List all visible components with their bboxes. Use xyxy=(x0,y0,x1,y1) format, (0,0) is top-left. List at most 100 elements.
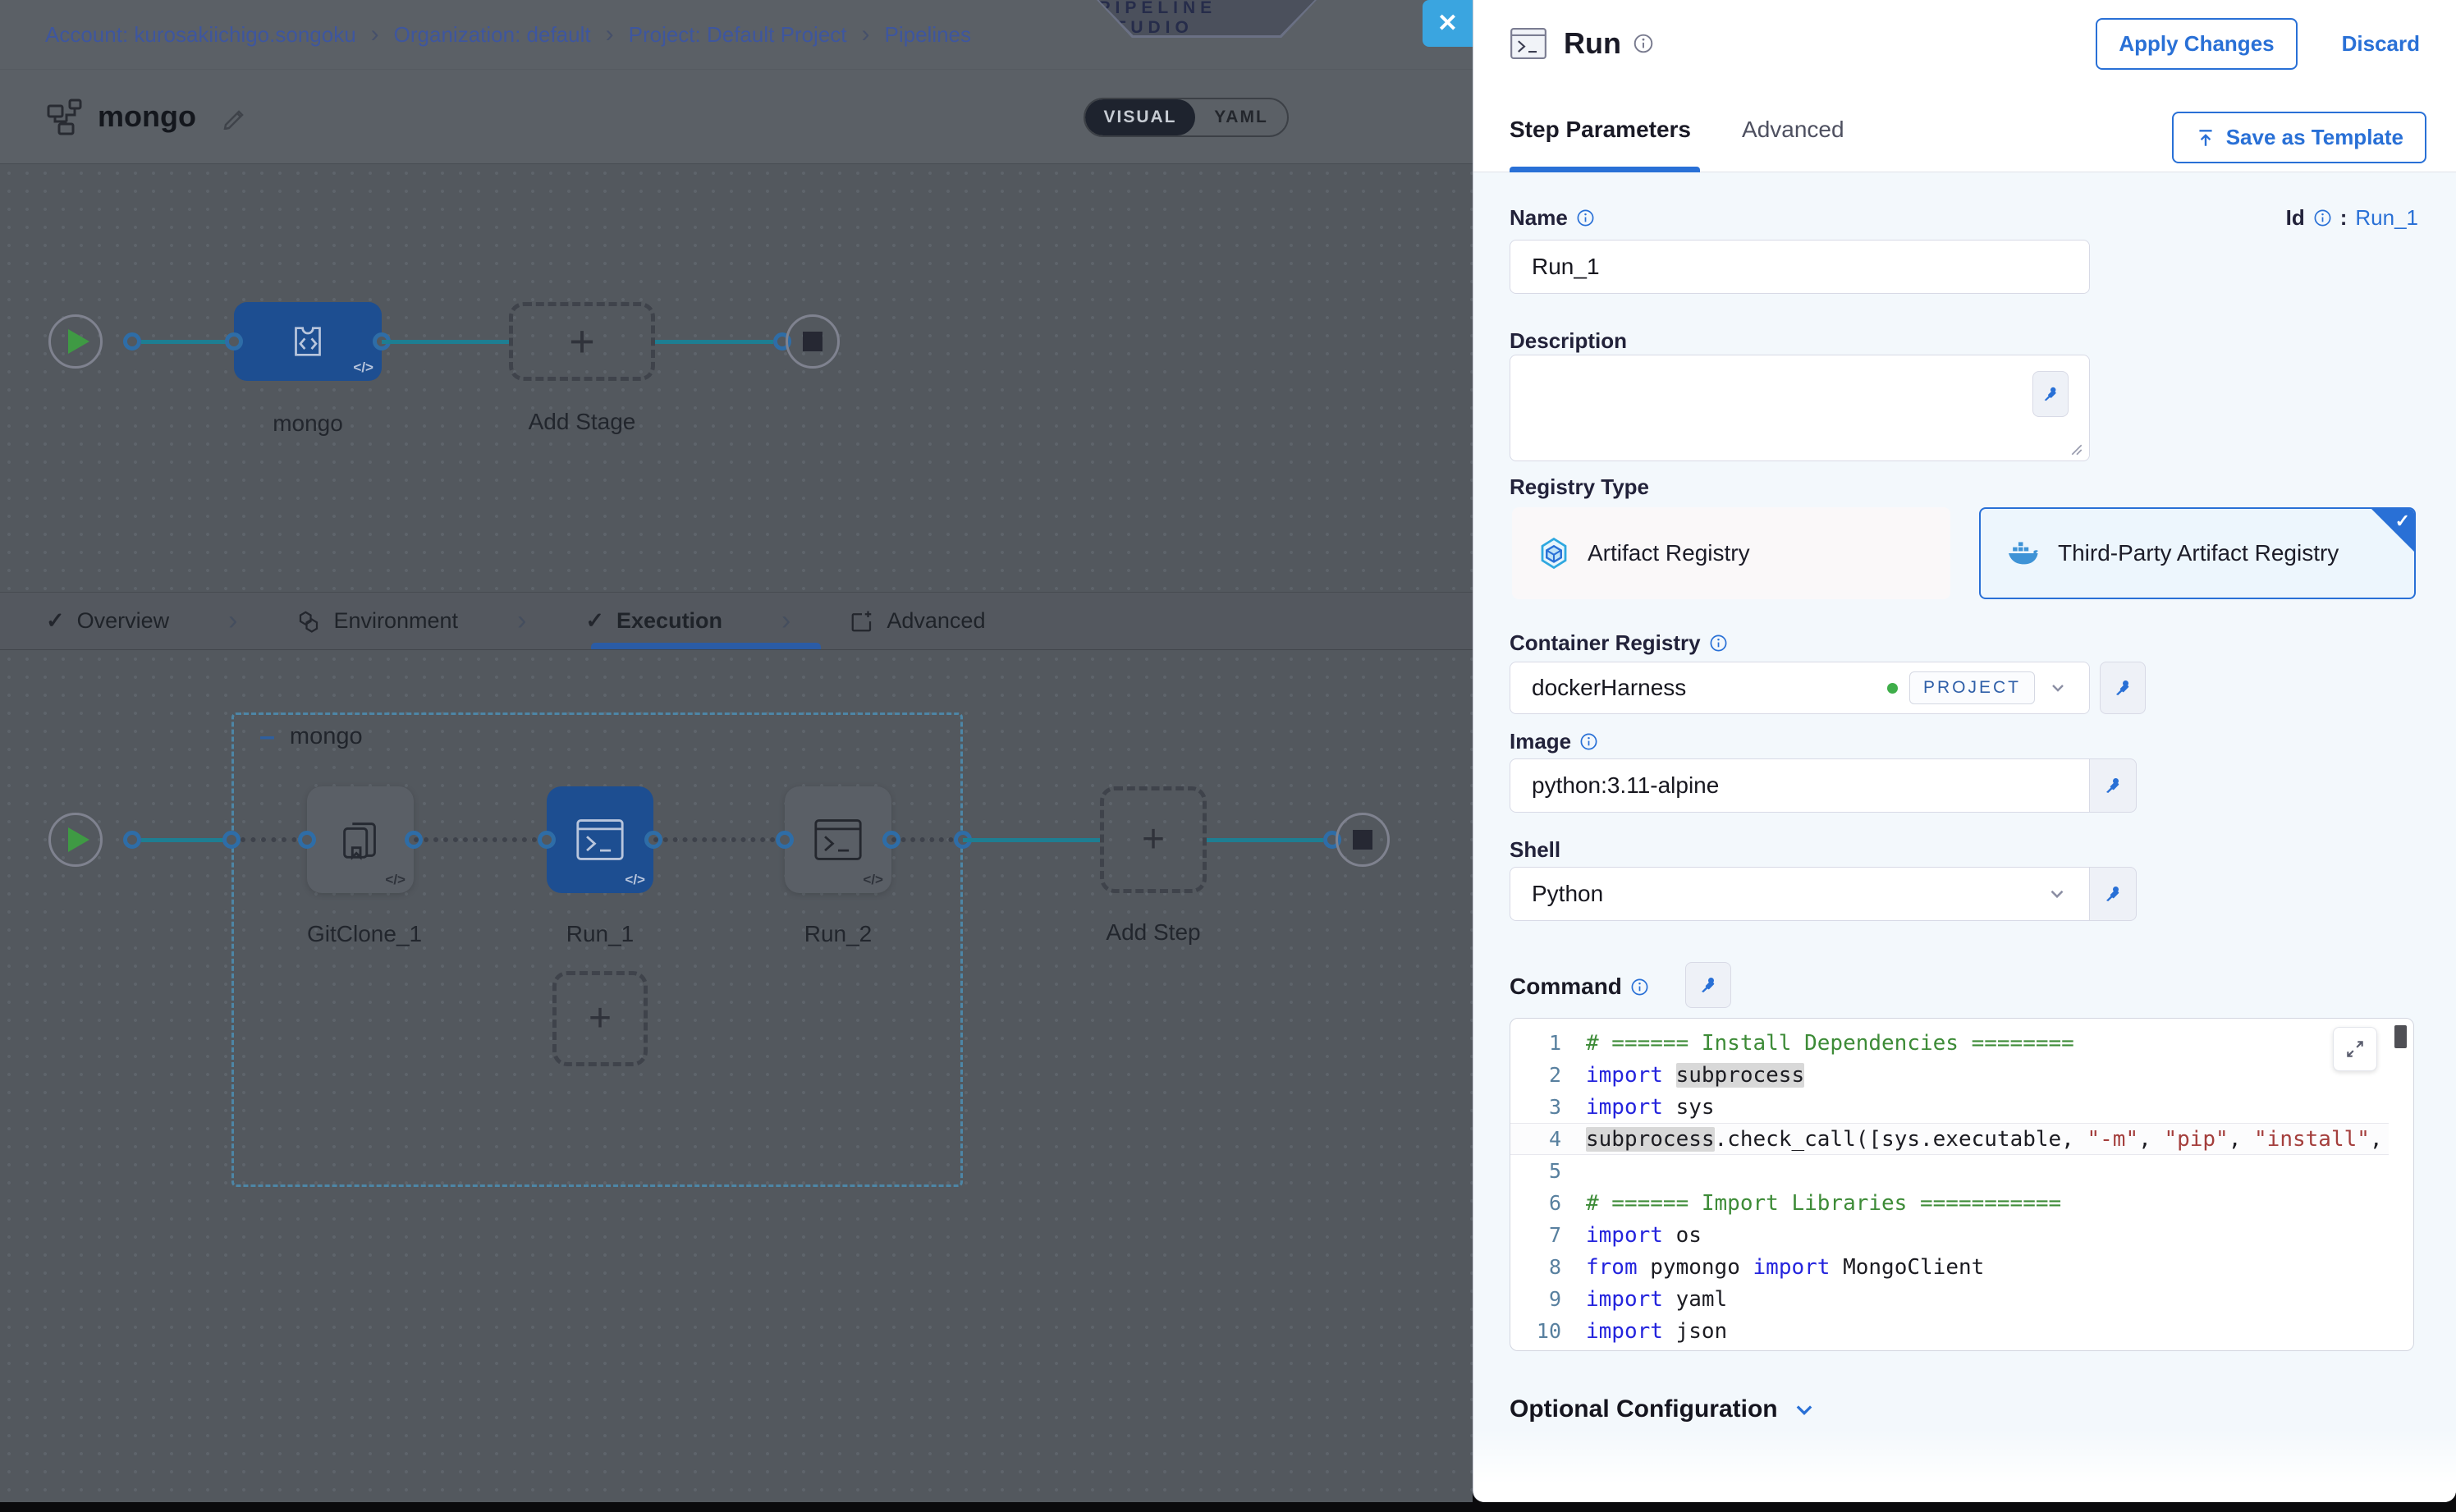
command-label-row: Command xyxy=(1510,974,1649,1000)
pin-runtime-input-button[interactable] xyxy=(2032,371,2069,417)
pin-runtime-input-button[interactable] xyxy=(2090,867,2137,921)
close-drawer-button[interactable]: ✕ xyxy=(1423,0,1473,47)
code-line[interactable]: 2import subprocess xyxy=(1510,1059,2389,1091)
check-icon: ✓ xyxy=(585,608,604,634)
tab-advanced[interactable]: Advanced xyxy=(850,608,985,634)
add-stage-label: Add Stage xyxy=(509,409,655,435)
apply-changes-button[interactable]: Apply Changes xyxy=(2096,18,2297,70)
step-config-drawer: Run Apply Changes Discard Step Parameter… xyxy=(1473,0,2456,1502)
tab-step-parameters[interactable]: Step Parameters xyxy=(1510,117,1691,143)
step-id-value[interactable]: Run_1 xyxy=(2355,205,2418,231)
chevron-right-icon: › xyxy=(517,605,526,637)
yaml-badge-icon: </> xyxy=(625,872,645,888)
optional-configuration-toggle[interactable]: Optional Configuration xyxy=(1510,1395,1816,1423)
plus-icon: + xyxy=(569,319,595,364)
step-id: Id : Run_1 xyxy=(2286,205,2418,231)
yaml-badge-icon: </> xyxy=(385,872,406,888)
command-code-editor[interactable]: 1# ====== Install Dependencies ========2… xyxy=(1510,1018,2414,1351)
code-line[interactable]: 4subprocess.check_call([sys.executable, … xyxy=(1510,1123,2389,1155)
view-toggle: VISUAL YAML xyxy=(1084,98,1289,137)
collapse-group-icon[interactable]: – xyxy=(259,722,275,750)
line-number: 1 xyxy=(1510,1031,1586,1055)
add-step-node[interactable]: + xyxy=(1100,786,1207,893)
container-registry-field[interactable]: dockerHarness PROJECT xyxy=(1510,662,2090,714)
code-line[interactable]: 7import os xyxy=(1510,1219,2389,1251)
stop-icon xyxy=(803,332,822,351)
tab-environment[interactable]: Environment xyxy=(296,608,458,634)
save-as-template-button[interactable]: Save as Template xyxy=(2172,112,2426,163)
play-icon xyxy=(68,827,89,852)
image-input[interactable]: python:3.11-alpine xyxy=(1510,758,2090,813)
pin-runtime-input-button[interactable] xyxy=(1685,962,1731,1008)
terminal-icon xyxy=(1510,26,1547,61)
connector-line xyxy=(141,340,234,344)
edit-pipeline-icon[interactable] xyxy=(221,103,247,130)
stage-graph-canvas[interactable]: </> + mongo Add Stage xyxy=(0,164,1473,592)
step-node-run-1[interactable]: </> xyxy=(547,786,653,893)
info-icon[interactable] xyxy=(1576,208,1595,227)
shell-select[interactable]: Python xyxy=(1510,867,2090,921)
add-stage-node[interactable]: + xyxy=(509,302,655,381)
yaml-toggle-button[interactable]: YAML xyxy=(1195,99,1287,135)
tab-overview[interactable]: ✓ Overview xyxy=(46,608,169,634)
step-group-label: mongo xyxy=(290,723,363,750)
execution-graph-canvas[interactable]: – mongo </> xyxy=(0,650,1473,1501)
add-parallel-step-node[interactable]: + xyxy=(552,971,648,1066)
breadcrumb-project[interactable]: Project: Default Project xyxy=(629,22,847,48)
code-line[interactable]: 8from pymongo import MongoClient xyxy=(1510,1251,2389,1283)
info-icon[interactable] xyxy=(2313,208,2332,227)
dotted-connector xyxy=(653,837,785,842)
step-label: GitClone_1 xyxy=(307,921,414,947)
registry-option-artifact[interactable]: Artifact Registry xyxy=(1512,507,1950,599)
breadcrumb-organization[interactable]: Organization: default xyxy=(394,22,591,48)
step-label: Run_2 xyxy=(785,921,891,947)
description-textarea[interactable] xyxy=(1510,355,2090,461)
code-line[interactable]: 9import yaml xyxy=(1510,1283,2389,1315)
step-label: Run_1 xyxy=(547,921,653,947)
docker-icon xyxy=(2005,535,2041,571)
breadcrumb-pipelines[interactable]: Pipelines xyxy=(885,22,972,48)
plus-icon: + xyxy=(589,999,612,1038)
code-line[interactable]: 10import json xyxy=(1510,1315,2389,1347)
chevron-down-icon[interactable] xyxy=(2048,678,2068,698)
stage-tab-bar: ✓ Overview › Environment › ✓ Execution › xyxy=(0,592,1473,650)
connector-line xyxy=(382,340,509,344)
info-icon[interactable] xyxy=(1633,33,1654,54)
chevron-right-icon: › xyxy=(228,605,237,637)
expand-editor-button[interactable] xyxy=(2333,1027,2377,1071)
screen-bottom-bar xyxy=(0,1502,2456,1512)
discard-button[interactable]: Discard xyxy=(2342,31,2420,57)
stage-node-mongo[interactable]: </> xyxy=(234,302,382,381)
stop-icon xyxy=(1353,830,1372,850)
step-node-gitclone-1[interactable]: </> xyxy=(307,786,414,893)
line-number: 4 xyxy=(1510,1127,1586,1151)
bottom-fade xyxy=(1473,1428,2456,1502)
code-line[interactable]: 1# ====== Install Dependencies ======== xyxy=(1510,1027,2389,1059)
dotted-connector xyxy=(891,837,963,842)
info-icon[interactable] xyxy=(1630,978,1649,997)
add-step-label: Add Step xyxy=(1084,919,1223,946)
pin-runtime-input-button[interactable] xyxy=(2090,758,2137,813)
tab-execution[interactable]: ✓ Execution xyxy=(585,608,722,634)
code-line[interactable]: 6# ====== Import Libraries =========== xyxy=(1510,1187,2389,1219)
pipeline-start-node xyxy=(48,314,103,369)
resize-handle-icon[interactable] xyxy=(2070,443,2083,456)
code-line[interactable]: 5 xyxy=(1510,1155,2389,1187)
tab-advanced-panel[interactable]: Advanced xyxy=(1742,117,1844,143)
line-number: 6 xyxy=(1510,1191,1586,1215)
breadcrumb-account[interactable]: Account: kurosakiichigo.songoku xyxy=(45,22,356,48)
visual-toggle-button[interactable]: VISUAL xyxy=(1085,99,1195,135)
active-tab-underline xyxy=(1510,167,1700,172)
shell-field-group: Python xyxy=(1510,867,2137,921)
name-input[interactable] xyxy=(1510,240,2090,294)
code-line[interactable]: 3import sys xyxy=(1510,1091,2389,1123)
scope-badge: PROJECT xyxy=(1909,671,2035,704)
pin-runtime-input-button[interactable] xyxy=(2100,662,2146,714)
connector-port xyxy=(538,831,556,849)
editor-scrollbar-thumb[interactable] xyxy=(2394,1025,2407,1048)
step-node-run-2[interactable]: </> xyxy=(785,786,891,893)
registry-option-third-party[interactable]: Third-Party Artifact Registry ✓ xyxy=(1979,507,2416,599)
environment-icon xyxy=(296,609,321,634)
info-icon[interactable] xyxy=(1709,634,1728,653)
info-icon[interactable] xyxy=(1579,732,1598,751)
